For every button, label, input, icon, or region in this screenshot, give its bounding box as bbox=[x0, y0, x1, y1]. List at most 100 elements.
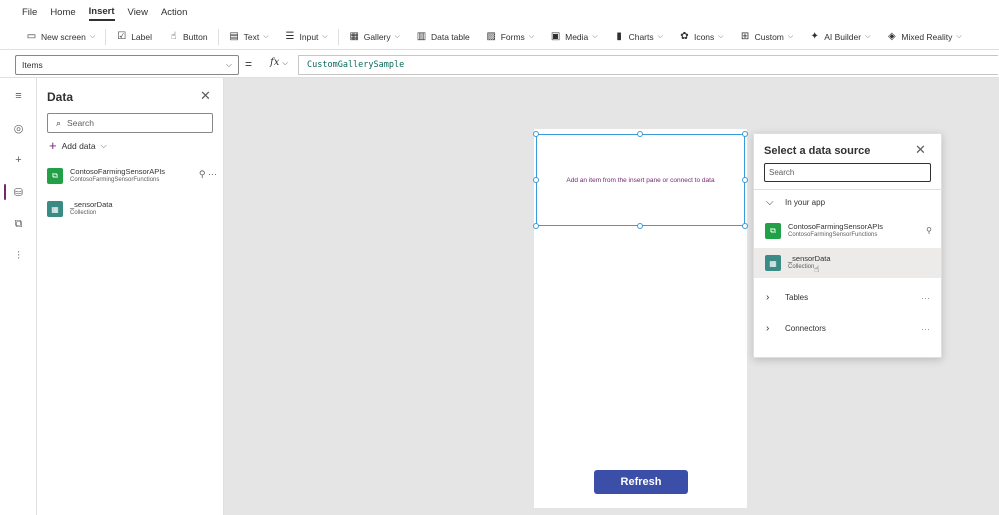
ribbon-new-screen-button[interactable]: ▭ New screen ⌵ bbox=[18, 27, 103, 47]
close-icon[interactable]: ✕ bbox=[200, 88, 211, 104]
ribbon-label: Icons bbox=[693, 31, 715, 42]
add-data-button[interactable]: + Add data ⌵ bbox=[49, 138, 107, 153]
ribbon-button-button[interactable]: ☝ Button bbox=[160, 27, 216, 47]
flyout-title: Select a data source bbox=[764, 145, 871, 157]
resize-handle[interactable] bbox=[637, 131, 643, 137]
ribbon-separator bbox=[337, 28, 339, 45]
ribbon-label: New screen bbox=[41, 31, 86, 42]
hamburger-icon[interactable]: ≡ bbox=[0, 86, 37, 106]
fx-icon: fx bbox=[270, 57, 280, 68]
group-label: Connectors bbox=[785, 324, 826, 333]
chevron-right-icon: › bbox=[766, 292, 770, 303]
icons-icon: ✿ bbox=[680, 31, 689, 42]
media-icon: ▣ bbox=[550, 31, 561, 42]
chevron-down-icon: ⌵ bbox=[100, 140, 107, 150]
chevron-down-icon: ⌵ bbox=[592, 32, 598, 40]
chevron-down-icon: ⌵ bbox=[718, 32, 724, 40]
chevron-down-icon: ⌵ bbox=[394, 32, 400, 40]
data-source-search-input[interactable]: Search bbox=[764, 163, 931, 182]
resize-handle[interactable] bbox=[533, 177, 539, 183]
chevron-down-icon: ⌵ bbox=[787, 32, 794, 40]
ribbon-forms-button[interactable]: ▨ Forms ⌵ bbox=[478, 27, 542, 47]
ribbon-media-button[interactable]: ▣ Media ⌵ bbox=[542, 27, 605, 47]
menu-insert[interactable]: Insert bbox=[88, 4, 115, 21]
chevron-down-icon: ⌵ bbox=[89, 32, 96, 40]
custom-icon: ⊞ bbox=[740, 31, 750, 42]
resize-handle[interactable] bbox=[533, 131, 539, 137]
ribbon-mixed-reality-button[interactable]: ◈ Mixed Reality ⌵ bbox=[878, 27, 969, 47]
search-icon: ⌕ bbox=[56, 117, 62, 128]
collection-icon: ▦ bbox=[47, 201, 63, 217]
flyout-source-item[interactable]: ▦ _sensorData Collection ☝ bbox=[754, 248, 941, 278]
tables-group[interactable]: › Tables bbox=[766, 292, 808, 303]
ribbon-charts-button[interactable]: ▮ Charts ⌵ bbox=[606, 27, 671, 47]
ribbon-input-button[interactable]: ☰ Input ⌵ bbox=[277, 27, 336, 47]
insert-icon[interactable]: + bbox=[0, 150, 37, 170]
charts-icon: ▮ bbox=[616, 31, 622, 42]
chevron-down-icon: ⌵ bbox=[322, 32, 328, 40]
chevron-down-icon: ⌵ bbox=[263, 32, 269, 40]
data-search-input[interactable]: ⌕ Search bbox=[47, 113, 213, 133]
data-source-item[interactable]: ▦ _sensorData Collection bbox=[47, 197, 217, 221]
tree-view-icon[interactable]: ◎ bbox=[0, 118, 37, 138]
ribbon-label-button[interactable]: ☑ Label bbox=[108, 27, 160, 47]
source-subtitle: Collection bbox=[788, 263, 815, 270]
gallery-hint: Add an item from the insert pane or conn… bbox=[566, 176, 715, 184]
ribbon-data-table-button[interactable]: ▥ Data table bbox=[408, 27, 478, 47]
plus-icon: + bbox=[49, 138, 57, 153]
media-icon[interactable]: ⧉ bbox=[0, 214, 37, 234]
button-icon: ☝ bbox=[170, 31, 177, 42]
resize-handle[interactable] bbox=[637, 223, 643, 229]
menu-view[interactable]: View bbox=[128, 5, 148, 20]
data-pane: Data ✕ ⌕ Search + Add data ⌵ ⧉ ContosoFa… bbox=[37, 78, 224, 515]
menu-file[interactable]: File bbox=[22, 5, 37, 20]
connectors-group[interactable]: › Connectors bbox=[766, 323, 826, 334]
resize-handle[interactable] bbox=[742, 131, 748, 137]
data-icon[interactable]: ⛁ bbox=[0, 182, 37, 202]
ribbon-gallery-button[interactable]: ▦ Gallery ⌵ bbox=[341, 27, 408, 47]
menu-bar: File Home Insert View Action bbox=[0, 0, 999, 24]
resize-handle[interactable] bbox=[742, 177, 748, 183]
more-options-icon[interactable]: ⚲ ··· bbox=[199, 169, 217, 180]
flyout-source-item[interactable]: ⧉ ContosoFarmingSensorAPIs ContosoFarmin… bbox=[754, 216, 941, 246]
formula-input[interactable]: CustomGallerySample bbox=[298, 55, 998, 75]
in-your-app-group[interactable]: ⌵ In your app bbox=[766, 197, 825, 208]
chevron-down-icon: ⌵ bbox=[528, 32, 535, 40]
advanced-tools-icon[interactable]: ⫶ bbox=[0, 246, 37, 266]
insert-ribbon: ▭ New screen ⌵ ☑ Label ☝ Button ▤ Text ⌵ ☰ Input ⌵ ▦ G… bbox=[0, 24, 999, 50]
equals-sign: = bbox=[245, 57, 253, 71]
menu-home[interactable]: Home bbox=[50, 5, 75, 20]
select-data-source-flyout: Select a data source ✕ Search ⌵ In your … bbox=[753, 133, 943, 358]
ribbon-label: Input bbox=[299, 31, 319, 42]
group-label: Tables bbox=[785, 293, 809, 302]
ribbon-label: Mixed Reality bbox=[901, 31, 953, 42]
gallery-control[interactable]: Add an item from the insert pane or conn… bbox=[533, 131, 748, 229]
more-options-icon[interactable]: ··· bbox=[921, 293, 930, 303]
ribbon-label: Label bbox=[131, 31, 153, 42]
ai-builder-icon: ✦ bbox=[810, 31, 819, 42]
data-table-icon: ▥ bbox=[416, 31, 427, 42]
fx-button[interactable]: fx ⌵ bbox=[270, 57, 288, 68]
ribbon-label: Media bbox=[565, 31, 589, 42]
resize-handle[interactable] bbox=[742, 223, 748, 229]
group-label: In your app bbox=[785, 198, 826, 207]
ribbon-text-button[interactable]: ▤ Text ⌵ bbox=[221, 27, 277, 47]
refresh-button[interactable]: Refresh bbox=[594, 470, 688, 494]
ribbon-ai-builder-button[interactable]: ✦ AI Builder ⌵ bbox=[801, 27, 878, 47]
new-screen-icon: ▭ bbox=[26, 31, 37, 42]
app-screen[interactable]: Add an item from the insert pane or conn… bbox=[533, 129, 748, 508]
ribbon-icons-button[interactable]: ✿ Icons ⌵ bbox=[671, 27, 732, 47]
close-icon[interactable]: ✕ bbox=[915, 142, 926, 158]
ribbon-custom-button[interactable]: ⊞ Custom ⌵ bbox=[732, 27, 802, 47]
search-placeholder: Search bbox=[67, 118, 94, 128]
more-options-icon[interactable]: ··· bbox=[921, 324, 930, 334]
formula-bar: Items ⌵ = fx ⌵ CustomGallerySample bbox=[0, 52, 999, 78]
ribbon-label: Gallery bbox=[363, 31, 391, 42]
forms-icon: ▨ bbox=[486, 31, 496, 42]
property-dropdown[interactable]: Items ⌵ bbox=[15, 55, 239, 75]
source-name: ContosoFarmingSensorAPIs bbox=[70, 167, 166, 177]
mixed-reality-icon: ◈ bbox=[888, 31, 896, 42]
menu-action[interactable]: Action bbox=[161, 5, 187, 20]
data-source-item[interactable]: ⧉ ContosoFarmingSensorAPIs ContosoFarmin… bbox=[47, 164, 217, 188]
resize-handle[interactable] bbox=[533, 223, 539, 229]
